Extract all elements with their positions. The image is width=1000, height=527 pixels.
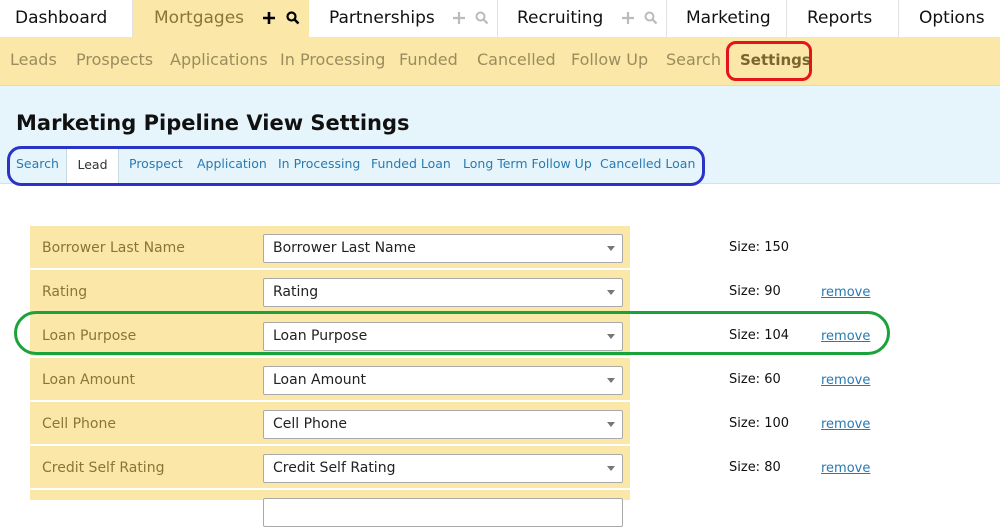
plus-icon[interactable] (262, 0, 276, 37)
column-size: Size: 150 (729, 240, 790, 255)
settings-highlight-annotation (726, 41, 812, 81)
column-size: Size: 100 (729, 416, 790, 431)
remove-link[interactable]: remove (821, 271, 870, 315)
column-label: Cell Phone (42, 416, 116, 432)
column-settings-table: Borrower Last Name Borrower Last Name Ra… (30, 226, 630, 527)
table-row: Borrower Last Name Borrower Last Name (30, 226, 630, 270)
table-row (30, 490, 630, 527)
search-icon[interactable] (475, 0, 489, 37)
subnav-follow-up[interactable]: Follow Up (571, 37, 648, 85)
column-label: Borrower Last Name (42, 240, 185, 256)
chevron-down-icon (607, 378, 615, 383)
column-size: Size: 80 (729, 460, 781, 475)
column-select[interactable]: Rating (263, 278, 623, 307)
column-label: Credit Self Rating (42, 460, 165, 476)
subnav-cancelled[interactable]: Cancelled (477, 37, 556, 85)
search-icon[interactable] (644, 0, 658, 37)
remove-link[interactable]: remove (821, 359, 870, 403)
subnav-prospects[interactable]: Prospects (76, 37, 153, 85)
chevron-down-icon (607, 246, 615, 251)
table-row: Rating Rating (30, 270, 630, 314)
tab-mortgages-label: Mortgages (154, 8, 245, 28)
table-row: Cell Phone Cell Phone (30, 402, 630, 446)
tab-options-label: Options (919, 8, 985, 28)
column-select[interactable]: Cell Phone (263, 410, 623, 439)
subnav-search[interactable]: Search (666, 37, 721, 85)
column-label: Rating (42, 284, 88, 300)
plus-icon[interactable] (621, 0, 635, 37)
tab-options[interactable]: Options (899, 0, 1000, 37)
column-label: Loan Amount (42, 372, 136, 388)
tab-recruiting[interactable]: Recruiting (498, 0, 667, 37)
tab-marketing-label: Marketing (686, 8, 771, 28)
chevron-down-icon (607, 290, 615, 295)
tab-recruiting-label: Recruiting (517, 8, 604, 28)
column-select[interactable]: Loan Amount (263, 366, 623, 395)
column-select-value: Cell Phone (273, 416, 347, 432)
loan-purpose-highlight-annotation (14, 311, 890, 355)
plus-icon[interactable] (452, 0, 466, 37)
subnav-leads[interactable]: Leads (10, 37, 57, 85)
column-select-value: Loan Amount (273, 372, 367, 388)
column-select[interactable] (263, 498, 623, 527)
tab-reports-label: Reports (807, 8, 873, 28)
tab-reports[interactable]: Reports (787, 0, 899, 37)
tab-marketing[interactable]: Marketing (667, 0, 787, 37)
table-row: Credit Self Rating Credit Self Rating (30, 446, 630, 490)
column-select[interactable]: Borrower Last Name (263, 234, 623, 263)
chevron-down-icon (607, 422, 615, 427)
table-row: Loan Amount Loan Amount (30, 358, 630, 402)
column-size: Size: 60 (729, 372, 781, 387)
search-icon[interactable] (286, 0, 300, 37)
subnav-funded[interactable]: Funded (399, 37, 458, 85)
column-select-value: Rating (273, 284, 319, 300)
tab-mortgages[interactable]: Mortgages (133, 0, 309, 37)
subnav-in-processing[interactable]: In Processing (280, 37, 385, 85)
column-select-value: Borrower Last Name (273, 240, 416, 256)
chevron-down-icon (607, 466, 615, 471)
remove-link[interactable]: remove (821, 447, 870, 491)
column-select-value: Credit Self Rating (273, 460, 396, 476)
page-title: Marketing Pipeline View Settings (16, 111, 410, 135)
tab-dashboard[interactable]: Dashboard (0, 0, 133, 37)
tab-dashboard-label: Dashboard (15, 8, 108, 28)
view-tabs-highlight-annotation (7, 146, 705, 186)
tab-partnerships[interactable]: Partnerships (309, 0, 498, 37)
column-size: Size: 90 (729, 284, 781, 299)
sub-navigation: Leads Prospects Applications In Processi… (0, 37, 1000, 86)
column-select[interactable]: Credit Self Rating (263, 454, 623, 483)
remove-link[interactable]: remove (821, 403, 870, 447)
tab-partnerships-label: Partnerships (329, 8, 435, 28)
top-navigation: Dashboard Mortgages Partnerships Recruit… (0, 0, 1000, 38)
subnav-applications[interactable]: Applications (170, 37, 268, 85)
